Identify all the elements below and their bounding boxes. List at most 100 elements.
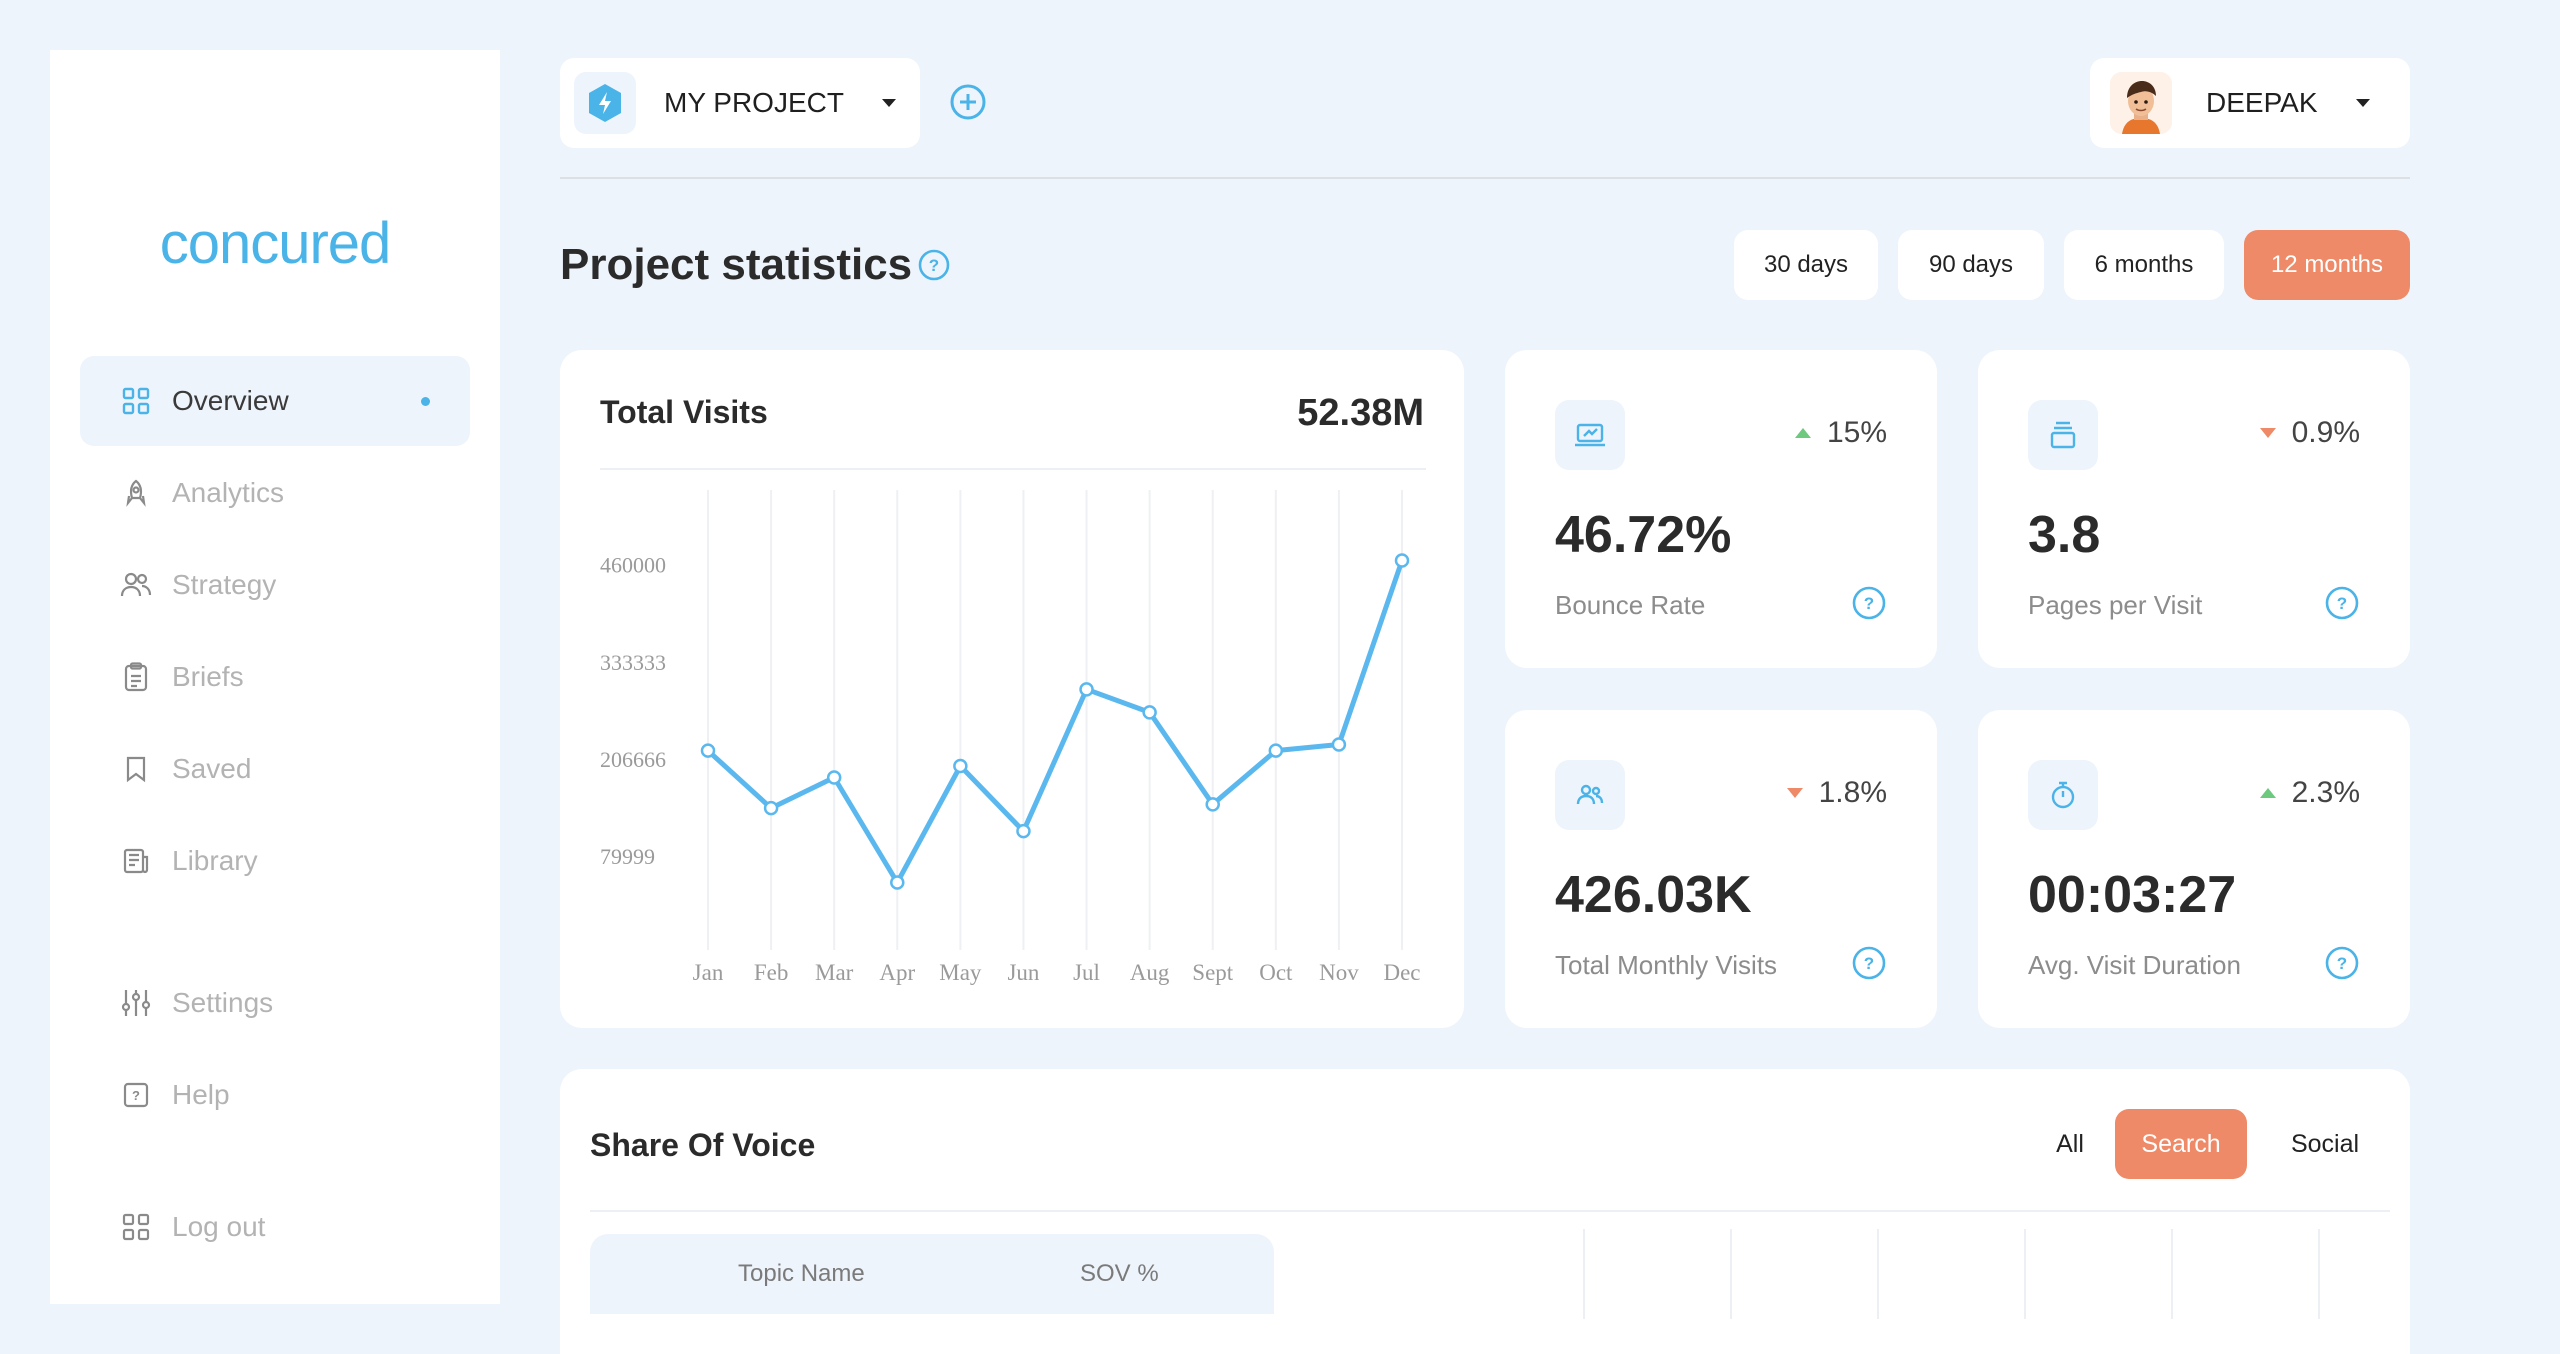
stat-card-total-monthly-visits: 1.8% 426.03K Total Monthly Visits ? (1505, 710, 1937, 1028)
column-header-sov: SOV % (1080, 1260, 1159, 1287)
laptop-chart-icon (1555, 400, 1625, 470)
sidebar-item-label: Saved (172, 753, 252, 784)
rocket-icon (120, 477, 152, 509)
stat-label: Avg. Visit Duration (2028, 950, 2241, 980)
grid-line (2318, 1229, 2320, 1319)
range-30-days-button[interactable]: 30 days (1734, 230, 1878, 300)
data-point (1394, 553, 1410, 568)
bookmark-icon (120, 753, 152, 785)
data-point (1268, 743, 1284, 758)
data-point (953, 758, 968, 774)
stat-label: Total Monthly Visits (1555, 950, 1778, 980)
project-selector[interactable]: MY PROJECT (560, 58, 920, 148)
grid-icon (120, 1211, 152, 1243)
x-tick-label: Sept (1192, 960, 1234, 985)
help-icon[interactable]: ? (2324, 945, 2360, 981)
chevron-down-icon (881, 99, 896, 107)
avatar (2110, 72, 2172, 134)
change-indicator: 0.9% (2259, 416, 2360, 450)
grid-line (1583, 1229, 1585, 1319)
trend-down-icon (1786, 788, 1803, 798)
sidebar: concured Overview Analytics Strategy Bri… (50, 50, 500, 1304)
change-value: 0.9% (2291, 416, 2360, 449)
sidebar-item-library[interactable]: Library (80, 816, 470, 906)
sidebar-item-label: Briefs (172, 661, 244, 692)
svg-text:?: ? (132, 1088, 140, 1103)
help-icon[interactable]: ? (1851, 585, 1887, 621)
help-icon[interactable]: ? (917, 248, 951, 282)
sidebar-item-settings[interactable]: Settings (80, 958, 470, 1048)
sidebar-item-overview[interactable]: Overview (80, 356, 470, 446)
x-tick-label: Mar (815, 960, 854, 985)
trend-up-icon (1794, 428, 1811, 438)
svg-text:?: ? (1864, 594, 1874, 613)
x-tick-label: Aug (1130, 960, 1170, 985)
svg-text:?: ? (929, 256, 939, 275)
data-point (826, 770, 842, 785)
sidebar-item-label: Settings (172, 987, 274, 1018)
sidebar-item-briefs[interactable]: Briefs (80, 632, 470, 722)
y-tick-label: 460000 (600, 553, 666, 578)
help-icon[interactable]: ? (1851, 945, 1887, 981)
share-of-voice-card: Share Of Voice All Search Social Topic N… (560, 1069, 2410, 1354)
stack-icon (2028, 400, 2098, 470)
total-visits-card: Total Visits 52.38M 460000 333333 206666 79… (560, 350, 1464, 1028)
change-value: 2.3% (2291, 776, 2360, 809)
section-divider (590, 1210, 2390, 1212)
series-line (705, 558, 1405, 886)
sidebar-item-label: Strategy (172, 569, 277, 600)
logo: concured (159, 211, 392, 276)
sidebar-item-label: Library (172, 845, 258, 876)
sidebar-item-label: Overview (172, 385, 289, 416)
grid-icon (120, 385, 152, 417)
sidebar-item-strategy[interactable]: Strategy (80, 540, 470, 630)
sidebar-item-logout[interactable]: Log out (80, 1182, 470, 1272)
stat-value: 3.8 (2028, 506, 2101, 564)
section-title: Share Of Voice (590, 1127, 816, 1163)
tab-social[interactable]: Social (2260, 1109, 2390, 1179)
stat-card-pages-per-visit: 0.9% 3.8 Pages per Visit ? (1978, 350, 2410, 668)
range-6-months-button[interactable]: 6 months (2064, 230, 2224, 300)
stopwatch-icon (2028, 760, 2098, 830)
stat-value: 00:03:27 (2028, 866, 2237, 924)
svg-text:?: ? (2337, 594, 2347, 613)
table-header: Topic Name SOV % (590, 1234, 1274, 1314)
grid-line (1730, 1229, 1732, 1319)
user-name: DEEPAK (2206, 87, 2318, 118)
users-icon (120, 569, 152, 601)
y-tick-label: 206666 (600, 747, 666, 772)
x-tick-label: Nov (1319, 960, 1359, 985)
data-point (1142, 705, 1157, 720)
help-icon[interactable]: ? (2324, 585, 2360, 621)
svg-text:?: ? (1864, 954, 1874, 973)
project-icon (574, 72, 636, 134)
data-point (763, 800, 779, 816)
header-divider (560, 177, 2410, 179)
data-point (890, 875, 905, 890)
sidebar-item-saved[interactable]: Saved (80, 724, 470, 814)
data-point (700, 743, 716, 758)
sidebar-item-analytics[interactable]: Analytics (80, 448, 470, 538)
sidebar-item-help[interactable]: ? Help (80, 1050, 470, 1140)
change-indicator: 2.3% (2259, 776, 2360, 810)
x-tick-label: Jul (1073, 960, 1100, 985)
active-dot (421, 396, 430, 406)
sidebar-item-label: Log out (172, 1211, 266, 1242)
x-tick-label: Apr (879, 960, 915, 985)
y-tick-label: 79999 (600, 844, 655, 869)
grid-line (1877, 1229, 1879, 1319)
page-title: Project statistics (560, 240, 913, 289)
x-tick-label: Feb (754, 960, 789, 985)
user-menu[interactable]: DEEPAK (2090, 58, 2410, 148)
tab-all[interactable]: All (2020, 1109, 2120, 1179)
add-project-button[interactable] (948, 82, 988, 122)
range-90-days-button[interactable]: 90 days (1898, 230, 2044, 300)
column-header-topic: Topic Name (738, 1260, 865, 1287)
project-name: MY PROJECT (664, 87, 844, 118)
tab-search[interactable]: Search (2115, 1109, 2247, 1179)
range-12-months-button[interactable]: 12 months (2244, 230, 2410, 300)
stat-value: 426.03K (1555, 866, 1752, 924)
trend-down-icon (2259, 428, 2276, 438)
change-value: 1.8% (1818, 776, 1887, 809)
x-tick-label: Jan (693, 960, 724, 985)
